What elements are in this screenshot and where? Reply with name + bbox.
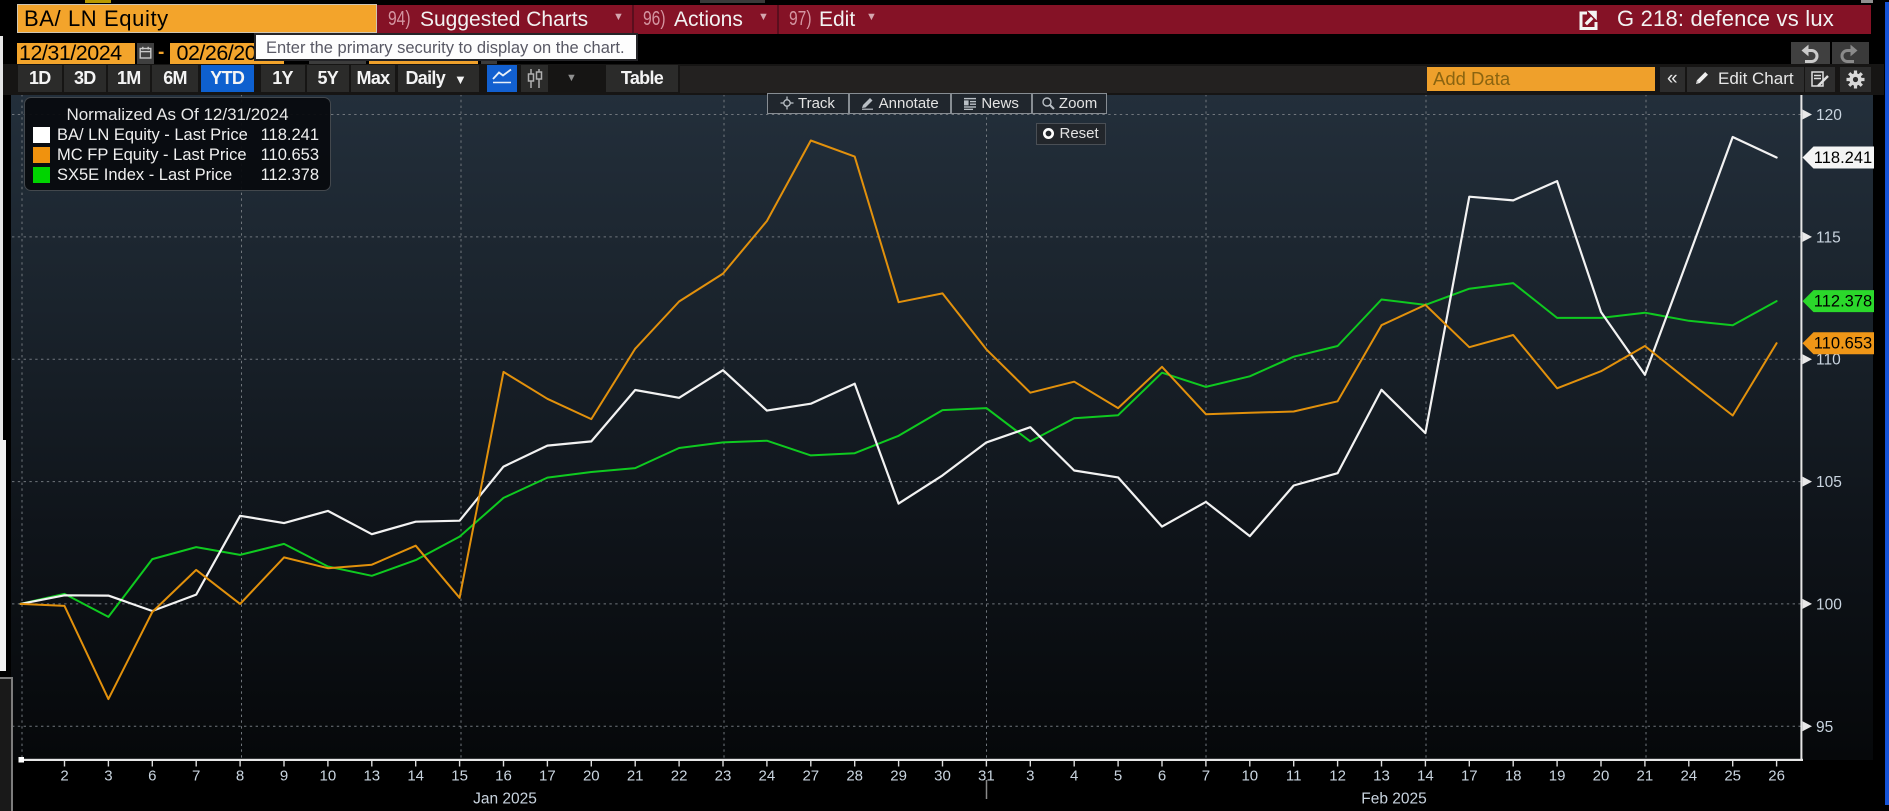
svg-text:22: 22	[671, 768, 688, 785]
svg-text:110.653: 110.653	[1814, 335, 1872, 353]
svg-text:26: 26	[1768, 768, 1785, 785]
svg-text:6: 6	[1158, 768, 1166, 785]
svg-text:14: 14	[407, 768, 424, 785]
svg-text:Feb 2025: Feb 2025	[1361, 791, 1427, 808]
svg-text:20: 20	[1593, 768, 1610, 785]
svg-text:29: 29	[890, 768, 907, 785]
svg-text:5: 5	[1114, 768, 1122, 785]
svg-text:2: 2	[60, 768, 68, 785]
svg-text:27: 27	[802, 768, 819, 785]
svg-text:8: 8	[236, 768, 244, 785]
svg-text:105: 105	[1816, 474, 1842, 491]
svg-text:10: 10	[320, 768, 337, 785]
svg-text:3: 3	[104, 768, 112, 785]
svg-text:30: 30	[934, 768, 951, 785]
svg-text:10: 10	[1241, 768, 1258, 785]
svg-text:95: 95	[1816, 719, 1833, 736]
svg-text:23: 23	[715, 768, 732, 785]
svg-text:14: 14	[1417, 768, 1434, 785]
svg-text:13: 13	[1373, 768, 1390, 785]
svg-text:Jan 2025: Jan 2025	[473, 791, 537, 808]
svg-text:110: 110	[1816, 352, 1841, 369]
svg-text:21: 21	[627, 768, 644, 785]
svg-text:17: 17	[1461, 768, 1478, 785]
svg-text:15: 15	[451, 768, 468, 785]
svg-text:17: 17	[539, 768, 556, 785]
svg-text:24: 24	[1680, 768, 1697, 785]
svg-text:4: 4	[1070, 768, 1078, 785]
svg-text:25: 25	[1724, 768, 1741, 785]
svg-text:24: 24	[759, 768, 776, 785]
svg-text:21: 21	[1637, 768, 1654, 785]
svg-text:7: 7	[1202, 768, 1210, 785]
svg-text:18: 18	[1505, 768, 1522, 785]
svg-text:7: 7	[192, 768, 200, 785]
svg-text:11: 11	[1286, 768, 1302, 785]
svg-text:115: 115	[1816, 229, 1841, 246]
svg-text:118.241: 118.241	[1814, 149, 1872, 167]
svg-text:6: 6	[148, 768, 156, 785]
svg-text:120: 120	[1816, 107, 1842, 124]
svg-text:3: 3	[1026, 768, 1034, 785]
svg-text:16: 16	[495, 768, 512, 785]
svg-text:9: 9	[280, 768, 288, 785]
svg-text:112.378: 112.378	[1814, 293, 1872, 311]
svg-text:100: 100	[1816, 596, 1842, 613]
svg-text:28: 28	[846, 768, 863, 785]
svg-text:12: 12	[1329, 768, 1346, 785]
svg-text:20: 20	[583, 768, 600, 785]
svg-text:13: 13	[363, 768, 380, 785]
svg-text:19: 19	[1549, 768, 1566, 785]
